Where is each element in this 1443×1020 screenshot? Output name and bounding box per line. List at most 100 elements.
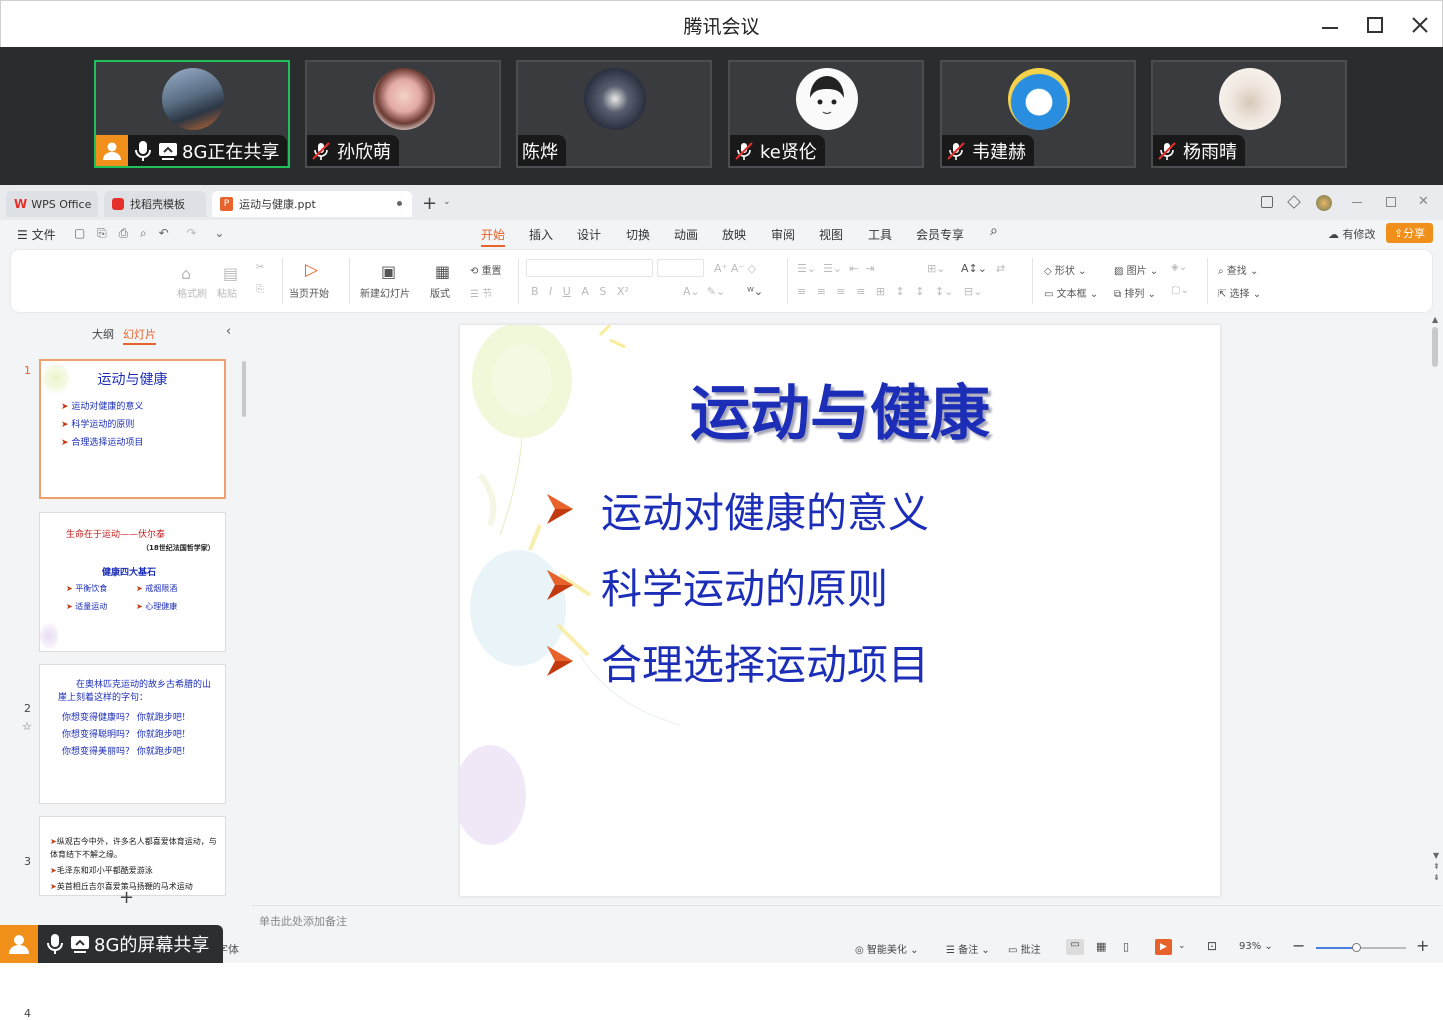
undo-icon[interactable]: ↶ <box>159 226 169 240</box>
preview-icon[interactable]: ⌕ <box>140 226 147 240</box>
slide-thumbnail-2[interactable]: 生命在于运动——伏尔泰 （18世纪法国哲学家） 健康四大基石 ➤ 平衡饮食 ➤ … <box>39 512 226 652</box>
play-current-icon[interactable]: ▷ <box>305 260 318 280</box>
maximize-button[interactable] <box>1361 11 1389 39</box>
cube-icon[interactable] <box>1287 195 1301 209</box>
slide-bullet[interactable]: 合理选择运动项目 <box>545 631 929 691</box>
star-icon[interactable]: ☆ <box>22 720 32 733</box>
grid-view-icon[interactable]: ▦ <box>1096 940 1106 953</box>
panel-scrollbar[interactable] <box>242 361 246 417</box>
zoom-slider[interactable] <box>1316 943 1406 952</box>
fit-window-icon[interactable]: ⊡ <box>1207 939 1217 953</box>
participant-tile[interactable]: ke贤伦 <box>728 60 924 168</box>
font-size-tools-icon[interactable]: A⁺ A⁻ ◇ <box>714 262 756 275</box>
comments-button[interactable]: ▭ 批注 <box>1008 941 1041 956</box>
page-nav-icons[interactable]: ▼ ⇞ ⇟ <box>1433 850 1440 883</box>
slide-thumbnail-4[interactable]: ➤纵观古今中外，许多名人都喜爱体育运动，与体育结下不解之缘。 ➤毛泽东和邓小平都… <box>39 816 226 896</box>
sidebar-toggle-icon[interactable] <box>1261 196 1273 208</box>
participant-tile[interactable]: 韦建赫 <box>940 60 1136 168</box>
tab-member[interactable]: 会员专享 <box>916 226 964 243</box>
text-effects-icon[interactable]: ᵂ⌄ <box>747 285 763 298</box>
tab-slides[interactable]: 幻灯片 <box>123 326 156 345</box>
collapse-panel-icon[interactable]: ‹ <box>226 324 231 339</box>
close-button[interactable] <box>1406 11 1434 39</box>
slide-thumbnail-1[interactable]: 运动与健康 ➤ 运动对健康的意义 ➤ 科学运动的原则 ➤ 合理选择运动项目 <box>39 359 226 499</box>
format-painter-button[interactable]: 格式刷 <box>177 285 207 300</box>
shape-button[interactable]: ◇ 形状 ⌄ <box>1044 262 1086 277</box>
add-slide-button[interactable]: + <box>119 887 134 908</box>
format-painter-icon[interactable]: ⌂ <box>181 264 191 283</box>
zoom-level[interactable]: 93% ⌄ <box>1239 941 1273 952</box>
user-avatar[interactable] <box>1316 195 1332 211</box>
beautify-button[interactable]: ◎ 智能美化 ⌄ <box>855 941 918 956</box>
font-size-select[interactable] <box>657 259 704 277</box>
new-tab-button[interactable]: + <box>422 193 437 214</box>
save-icon[interactable]: ▢ <box>74 226 85 240</box>
section-button[interactable]: ☰ 节 <box>470 285 492 300</box>
arrange-button[interactable]: ⧉ 排列 ⌄ <box>1114 285 1156 300</box>
slide-canvas[interactable]: 运动与健康 运动对健康的意义 科学运动的原则 合理选择运动项目 <box>460 325 1220 896</box>
new-slide-button[interactable]: 新建幻灯片 <box>360 285 410 300</box>
layout-icon[interactable]: ▦ <box>435 262 450 281</box>
convert-icon[interactable]: ⇄ <box>996 262 1005 275</box>
cut-icon[interactable]: ✂ <box>256 262 264 273</box>
textbox-button[interactable]: ▭ 文本框 ⌄ <box>1044 285 1098 300</box>
wps-close-button[interactable]: ✕ <box>1418 194 1429 209</box>
normal-view-icon[interactable]: ▭ <box>1066 939 1084 955</box>
fill-icon[interactable]: ◈⌄ <box>1171 262 1187 273</box>
share-button[interactable]: ⇪ 分享 <box>1386 223 1433 243</box>
file-menu[interactable]: ☰ 文件 <box>17 226 56 243</box>
play-options-chevron-icon[interactable]: ⌄ <box>1178 941 1186 951</box>
redo-icon[interactable]: ↷ <box>187 226 197 240</box>
participant-tile[interactable]: 陈烨 <box>516 60 712 168</box>
new-slide-icon[interactable]: ▣ <box>381 262 396 281</box>
font-style-icons[interactable]: B I U A S X² <box>531 285 629 298</box>
slide-bullet[interactable]: 运动对健康的意义 <box>545 479 929 539</box>
tab-view[interactable]: 视图 <box>819 226 843 243</box>
print-icon[interactable]: ⎙ <box>119 226 129 240</box>
screen-share-badge[interactable]: 8G的屏幕共享 <box>0 925 224 963</box>
minimize-button[interactable] <box>1316 11 1344 39</box>
tab-list-chevron-icon[interactable]: ⌄ <box>443 197 451 207</box>
tab-animations[interactable]: 动画 <box>674 226 698 243</box>
play-slideshow-button[interactable]: ▶ <box>1155 939 1172 955</box>
zoom-slider-thumb[interactable] <box>1352 943 1361 952</box>
outline-icon[interactable]: ▢⌄ <box>1171 285 1189 296</box>
text-direction-icon[interactable]: ⊞⌄ <box>927 262 945 275</box>
tab-insert[interactable]: 插入 <box>529 226 553 243</box>
tab-slideshow[interactable]: 放映 <box>722 226 746 243</box>
line-spacing-icon[interactable]: A↕⌄ <box>961 262 987 275</box>
tab-design[interactable]: 设计 <box>577 226 601 243</box>
tab-review[interactable]: 审阅 <box>771 226 795 243</box>
tab-transitions[interactable]: 切换 <box>626 226 650 243</box>
zoom-in-button[interactable]: + <box>1416 936 1429 955</box>
vertical-scrollbar[interactable] <box>1432 327 1438 367</box>
export-icon[interactable]: ⎘ <box>97 226 107 240</box>
slide-title[interactable]: 运动与健康 <box>460 365 1220 452</box>
paste-button[interactable]: 粘贴 <box>217 285 237 300</box>
wps-restore-button[interactable] <box>1386 197 1396 207</box>
layout-button[interactable]: 版式 <box>430 285 450 300</box>
tab-outline[interactable]: 大纲 <box>92 326 114 342</box>
reset-button[interactable]: ⟲ 重置 <box>470 262 502 277</box>
font-family-select[interactable] <box>526 259 653 277</box>
more-chevron-icon[interactable]: ⌄ <box>214 226 224 240</box>
wps-minimize-button[interactable] <box>1352 202 1362 203</box>
reading-view-icon[interactable]: ▯ <box>1123 940 1129 953</box>
zoom-out-button[interactable]: − <box>1292 936 1305 955</box>
tab-document[interactable]: P 运动与健康.ppt <box>212 191 412 217</box>
participant-tile[interactable]: 杨雨晴 <box>1151 60 1347 168</box>
find-button[interactable]: ⌕ 查找 ⌄ <box>1218 262 1258 277</box>
align-icons[interactable]: ≡ ≡ ≡ ≡ ⊞ ↕ ↕ ↕⌄ ⊟⌄ <box>797 285 982 298</box>
slide-thumbnail-3[interactable]: 在奥林匹克运动的故乡古希腊的山崖上刻着这样的字句： 你想变得健康吗？ 你就跑步吧… <box>39 664 226 804</box>
notes-pane[interactable]: 单击此处添加备注 <box>252 905 1442 935</box>
tab-wps-office[interactable]: W WPS Office <box>6 191 98 217</box>
slide-bullet[interactable]: 科学运动的原则 <box>545 555 888 615</box>
tab-templates[interactable]: 找稻壳模板 <box>104 191 206 217</box>
notes-toggle-button[interactable]: ☰ 备注 ⌄ <box>946 941 990 956</box>
font-color-icon[interactable]: A⌄ ✎⌄ <box>683 285 725 298</box>
select-button[interactable]: ⇱ 选择 ⌄ <box>1218 285 1261 300</box>
picture-button[interactable]: ▨ 图片 ⌄ <box>1114 262 1158 277</box>
changes-indicator[interactable]: ☁ 有修改 <box>1328 226 1376 242</box>
tab-home[interactable]: 开始 <box>481 226 506 247</box>
scroll-up-icon[interactable]: ▲ <box>1432 315 1438 324</box>
